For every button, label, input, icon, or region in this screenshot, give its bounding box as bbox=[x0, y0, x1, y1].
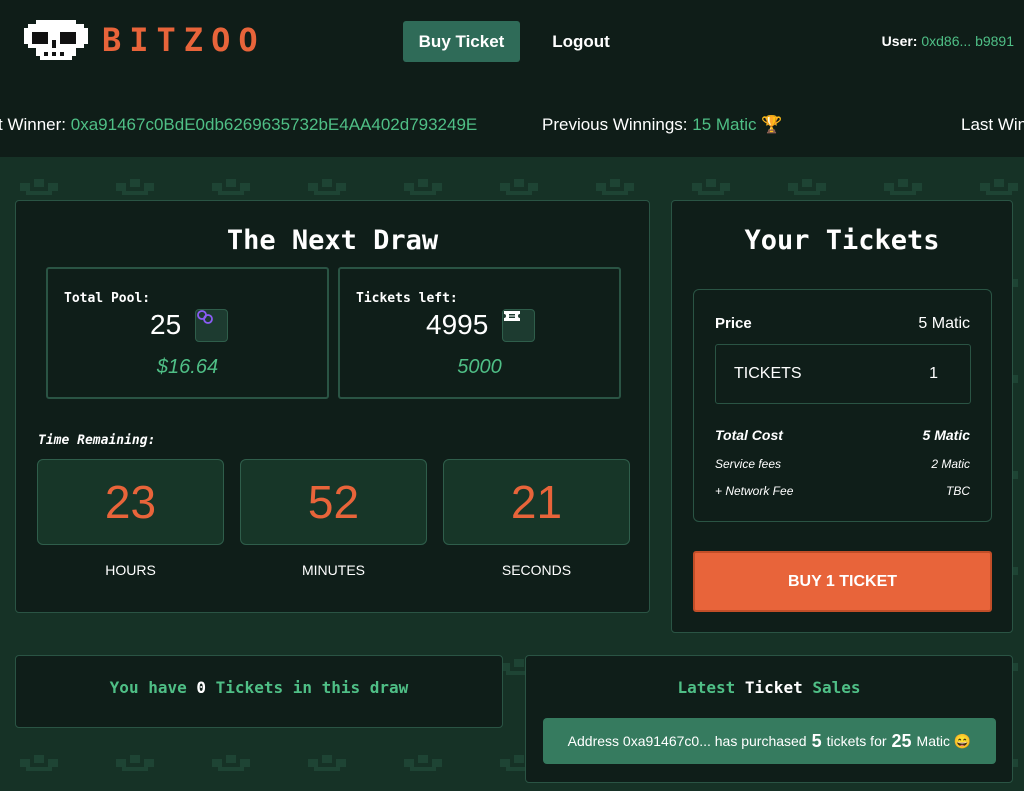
network-fee-row: + Network Fee TBC bbox=[715, 484, 970, 498]
sale-notification: Address 0xa91467c0... has purchased 5 ti… bbox=[543, 718, 996, 764]
next-draw-panel: The Next Draw Total Pool: 25 $16.64 Tick… bbox=[15, 200, 650, 613]
ticker-previous-winnings: Previous Winnings: 15 Matic 🏆 bbox=[542, 115, 782, 135]
total-cost-label: Total Cost bbox=[715, 427, 783, 443]
logout-button[interactable]: Logout bbox=[536, 21, 626, 62]
user-tickets-suffix: Tickets in this draw bbox=[215, 678, 409, 697]
seconds-label: SECONDS bbox=[501, 562, 572, 578]
user-address[interactable]: 0xd86... b9891 bbox=[921, 33, 1014, 49]
service-fees-label: Service fees bbox=[715, 457, 782, 471]
network-fee-value: TBC bbox=[946, 484, 970, 498]
your-tickets-title: Your Tickets bbox=[744, 225, 940, 256]
user-tickets-text: You have 0 Tickets in this draw bbox=[16, 678, 502, 697]
tickets-qty-label: TICKETS bbox=[734, 365, 802, 382]
latest-sales-title: Latest Ticket Sales bbox=[526, 678, 1012, 697]
logo[interactable]: BITZOO bbox=[24, 20, 266, 60]
seconds-box: 21 bbox=[443, 459, 630, 545]
sale-prefix: Address 0xa91467c0... has purchased bbox=[567, 733, 807, 749]
user-tickets-prefix: You have bbox=[109, 678, 187, 697]
main-content-area: The Next Draw Total Pool: 25 $16.64 Tick… bbox=[0, 157, 1024, 791]
buy-ticket-button[interactable]: BUY 1 TICKET bbox=[693, 551, 992, 612]
network-fee-label: + Network Fee bbox=[715, 484, 794, 498]
latest-sales-panel: Latest Ticket Sales Address 0xa91467c0..… bbox=[525, 655, 1013, 783]
total-cost-value: 5 Matic bbox=[922, 427, 970, 443]
user-label: User: bbox=[881, 33, 918, 49]
polygon-icon bbox=[195, 309, 228, 342]
ticket-summary-card: Price 5 Matic TICKETS 1 Total Cost 5 Mat… bbox=[693, 289, 992, 522]
winners-ticker: t Winner: 0xa91467c0BdE0db6269635732bE4A… bbox=[0, 84, 1024, 157]
ticket-quantity-input[interactable]: TICKETS 1 bbox=[715, 344, 971, 404]
hours-box: 23 bbox=[37, 459, 224, 545]
tickets-left-card: Tickets left: 4995 5000 bbox=[338, 267, 621, 399]
price-value: 5 Matic bbox=[918, 315, 970, 332]
your-tickets-panel: Your Tickets Price 5 Matic TICKETS 1 Tot… bbox=[671, 200, 1013, 633]
total-pool-value: 25 bbox=[150, 309, 182, 340]
time-remaining-label: Time Remaining: bbox=[38, 433, 156, 448]
tickets-total: 5000 bbox=[457, 356, 502, 378]
total-pool-usd: $16.64 bbox=[156, 356, 219, 378]
service-fees-row: Service fees 2 Matic bbox=[715, 457, 970, 471]
latest-sales-title-a: Latest bbox=[677, 678, 736, 697]
latest-sales-title-b: Ticket bbox=[744, 678, 803, 697]
sale-mid: tickets for bbox=[826, 733, 887, 749]
total-cost-row: Total Cost 5 Matic bbox=[715, 427, 970, 443]
user-tickets-count: 0 bbox=[196, 678, 207, 697]
user-info: User: 0xd86... b9891 bbox=[882, 33, 1014, 49]
sale-suffix: Matic 😄 bbox=[916, 732, 972, 749]
tickets-qty-value[interactable]: 1 bbox=[929, 365, 938, 383]
ticker-prev-value: 15 Matic bbox=[692, 115, 757, 134]
skull-icon bbox=[24, 20, 88, 60]
minutes-box: 52 bbox=[240, 459, 427, 545]
hours-label: HOURS bbox=[105, 562, 156, 578]
tickets-left-value: 4995 bbox=[426, 309, 489, 340]
logo-text: BITZOO bbox=[102, 21, 266, 59]
ticker-winner-address: 0xa91467c0BdE0db6269635732bE4AA402d79324… bbox=[70, 115, 478, 134]
sale-amount: 25 bbox=[891, 730, 912, 751]
minutes-label: MINUTES bbox=[302, 562, 365, 578]
tickets-left-label: Tickets left: bbox=[356, 291, 458, 306]
latest-sales-title-c: Sales bbox=[812, 678, 861, 697]
total-pool-card: Total Pool: 25 $16.64 bbox=[46, 267, 329, 399]
ticker-winner: t Winner: 0xa91467c0BdE0db6269635732bE4A… bbox=[0, 115, 477, 135]
ticket-icon bbox=[502, 309, 535, 342]
sale-count: 5 bbox=[811, 730, 822, 751]
user-tickets-panel: You have 0 Tickets in this draw bbox=[15, 655, 503, 728]
top-navbar: BITZOO Buy Ticket Logout User: 0xd86... … bbox=[0, 0, 1024, 84]
trophy-icon: 🏆 bbox=[761, 115, 783, 134]
service-fees-value: 2 Matic bbox=[931, 457, 970, 471]
ticker-last-win: Last Win bbox=[961, 115, 1024, 134]
ticker-winner-label: t Winner: bbox=[0, 115, 67, 134]
ticker-prev-label: Previous Winnings: bbox=[542, 115, 688, 134]
total-pool-label: Total Pool: bbox=[64, 291, 151, 306]
buy-ticket-nav-button[interactable]: Buy Ticket bbox=[403, 21, 520, 62]
next-draw-title: The Next Draw bbox=[226, 225, 439, 256]
price-label: Price bbox=[715, 315, 752, 332]
price-row: Price 5 Matic bbox=[715, 315, 970, 333]
